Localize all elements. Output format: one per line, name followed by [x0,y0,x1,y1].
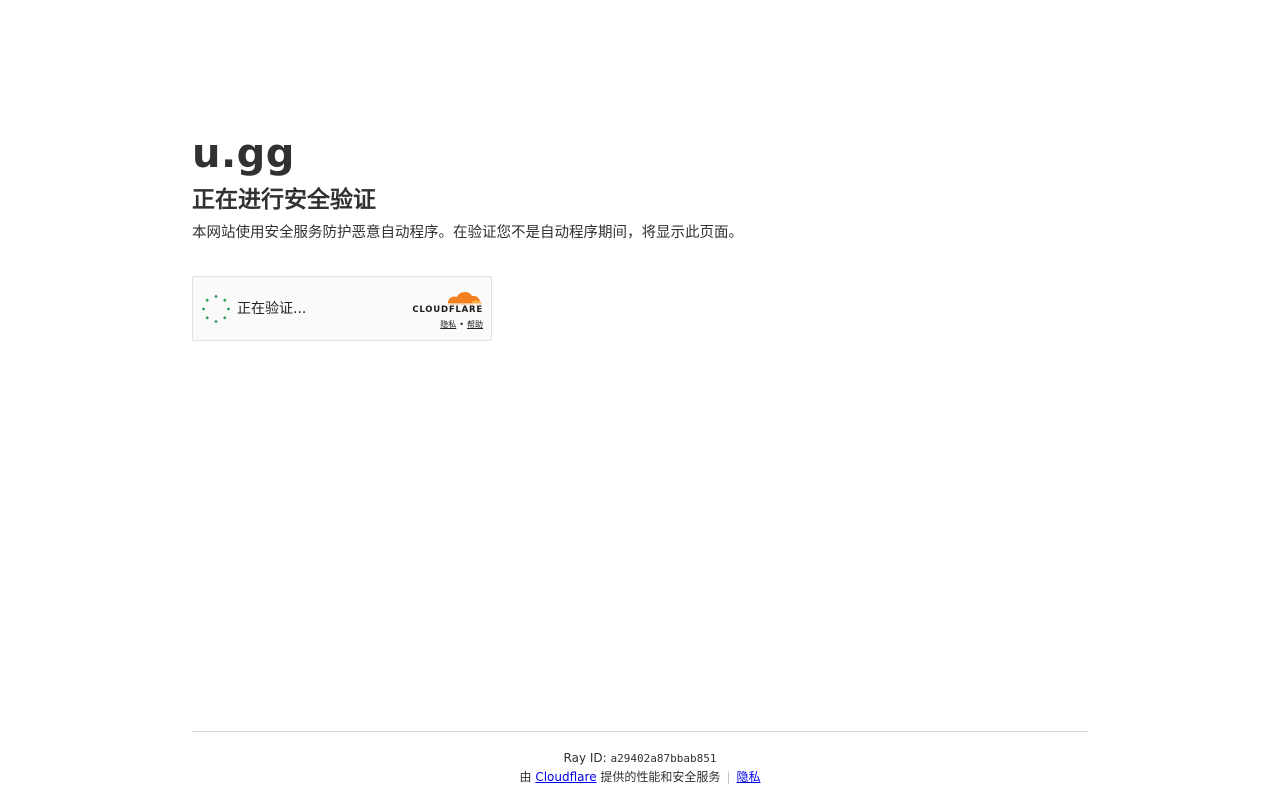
challenge-heading: 正在进行安全验证 [192,187,376,213]
footer-divider: | [726,770,731,784]
cloudflare-link[interactable]: Cloudflare [535,770,596,784]
verifying-status-text: 正在验证... [237,301,307,317]
ray-id-label: Ray ID: [563,751,607,765]
widget-privacy-link[interactable]: 隐私 [440,320,456,329]
link-separator: • [459,320,464,329]
perf-suffix: 提供的性能和安全服务 [600,770,721,784]
page-footer: Ray ID: a29402a87bbab851 由 Cloudflare 提供… [192,731,1088,786]
loading-spinner-icon [202,295,230,323]
challenge-main: u.gg 正在进行安全验证 本网站使用安全服务防护恶意自动程序。在验证您不是自动… [192,128,1088,341]
performance-line: 由 Cloudflare 提供的性能和安全服务 | 隐私 [192,768,1088,786]
turnstile-widget[interactable]: 正在验证... CLOUDFLARE 隐私 • 帮助 [192,276,492,341]
ray-id-value: a29402a87bbab851 [610,752,717,765]
footer-privacy-link[interactable]: 隐私 [736,770,760,784]
challenge-description: 本网站使用安全服务防护恶意自动程序。在验证您不是自动程序期间，将显示此页面。 [192,225,743,241]
ray-id-line: Ray ID: a29402a87bbab851 [192,750,1088,767]
perf-prefix: 由 [519,770,532,784]
widget-help-link[interactable]: 帮助 [467,320,483,329]
site-domain-title: u.gg [192,131,295,177]
cloudflare-brand-text: CLOUDFLARE [412,305,483,315]
widget-links: 隐私 • 帮助 [440,319,483,330]
